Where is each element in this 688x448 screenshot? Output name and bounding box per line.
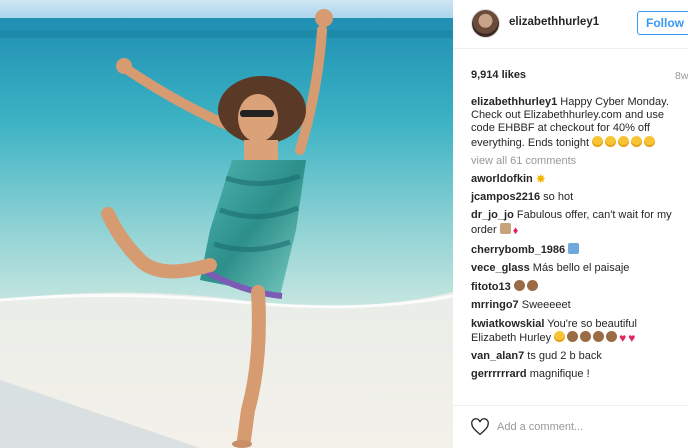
comment-text: so hot	[543, 191, 574, 204]
comment: fitoto13	[471, 280, 681, 294]
heart-outline-icon[interactable]	[470, 418, 490, 436]
comment: kwiatkowskial You're so beautiful Elizab…	[471, 318, 681, 345]
comment-text: magnifique !	[529, 368, 590, 381]
comment: vece_glass Más bello el paisaje	[471, 262, 681, 275]
emoji-icon	[606, 330, 618, 342]
emoji-row	[592, 135, 657, 149]
post-author-username[interactable]: elizabethhurley1	[509, 16, 599, 28]
comment: cherrybomb_1986	[471, 242, 681, 257]
post-age: 8w	[675, 70, 688, 82]
heart-emoji-icon: ♥	[619, 330, 627, 345]
comment-username[interactable]: fitoto13	[471, 281, 511, 293]
emoji-icon	[567, 330, 579, 342]
comment: van_alan7 ts gud 2 b back	[471, 350, 681, 363]
bikini-emoji-icon: ♦	[512, 224, 519, 237]
comment-text: ts gud 2 b back	[527, 350, 602, 363]
raised-hands-emoji-icon	[568, 242, 580, 254]
package-emoji-icon	[499, 222, 511, 234]
comment: aworldofkin ✸	[471, 173, 681, 186]
comment-username[interactable]: jcampos2216	[471, 191, 540, 203]
comment-username[interactable]: cherrybomb_1986	[471, 244, 565, 256]
post-sidebar: elizabethhurley1 Follow 9,914 likes 8w e…	[453, 0, 688, 448]
comment: jcampos2216 so hot	[471, 191, 681, 204]
comment-username[interactable]: elizabethhurley1	[471, 96, 557, 108]
comment-text: Más bello el paisaje	[532, 262, 630, 275]
emoji-icon	[580, 330, 592, 342]
comments-list: elizabethhurley1 Happy Cyber Monday. Che…	[471, 96, 681, 386]
comment-username[interactable]: kwiatkowskial	[471, 318, 544, 330]
instagram-post: elizabethhurley1 Follow 9,914 likes 8w e…	[0, 0, 688, 448]
comment: dr_jo_jo Fabulous offer, can't wait for …	[471, 209, 681, 237]
comment-username[interactable]: van_alan7	[471, 350, 524, 362]
profile-avatar[interactable]	[471, 9, 500, 38]
emoji-icon	[631, 135, 643, 147]
comment-username[interactable]: vece_glass	[471, 262, 530, 274]
comment-username[interactable]: dr_jo_jo	[471, 209, 514, 221]
clap-emoji-icon	[526, 280, 538, 292]
comment-username[interactable]: mrringo7	[471, 299, 519, 311]
clap-emoji-icon	[513, 280, 525, 292]
comment: mrringo7 Sweeeeet	[471, 299, 681, 312]
emoji-icon	[592, 135, 604, 147]
comment-bar: Add a comment...	[453, 405, 688, 448]
post-photo[interactable]	[0, 0, 453, 448]
caption-comment: elizabethhurley1 Happy Cyber Monday. Che…	[471, 96, 681, 150]
comment-text: Sweeeeet	[521, 299, 571, 312]
comment-username[interactable]: aworldofkin	[471, 173, 533, 185]
emoji-icon	[644, 135, 656, 147]
follow-button[interactable]: Follow	[637, 11, 688, 35]
comment: gerrrrrrard magnifique !	[471, 368, 681, 381]
comment-username[interactable]: gerrrrrrard	[471, 368, 527, 380]
burst-emoji-icon: ✸	[535, 172, 546, 187]
emoji-icon	[618, 135, 630, 147]
add-comment-input[interactable]: Add a comment...	[497, 421, 583, 433]
likes-count[interactable]: 9,914 likes	[471, 69, 526, 81]
emoji-icon	[605, 135, 617, 147]
view-all-comments-link[interactable]: view all 61 comments	[471, 155, 681, 168]
beach-photo	[0, 0, 453, 448]
post-header: elizabethhurley1 Follow	[453, 0, 688, 48]
smile-emoji-icon	[554, 330, 566, 342]
header-divider	[453, 48, 688, 49]
emoji-icon	[593, 330, 605, 342]
heart-emoji-icon: ♥	[628, 330, 636, 345]
